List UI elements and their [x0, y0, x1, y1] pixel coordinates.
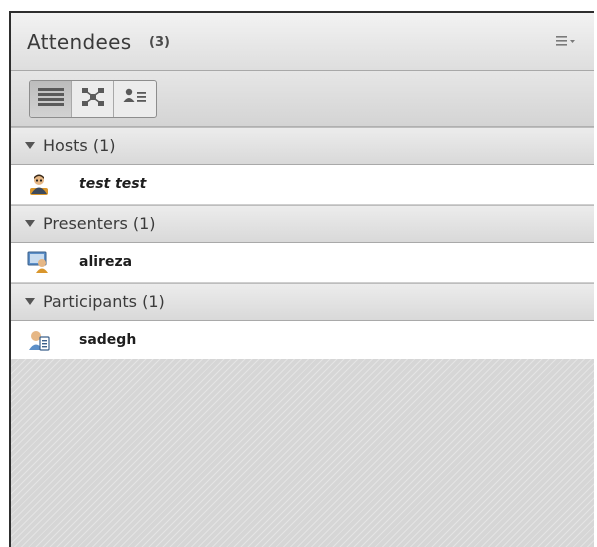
collapse-triangle-icon — [25, 220, 35, 227]
panel-header: Attendees (3) — [11, 13, 594, 71]
menu-options-icon — [555, 33, 577, 52]
attendee-row-presenter[interactable]: alireza — [11, 243, 594, 283]
panel-menu-button[interactable] — [552, 31, 580, 53]
list-view-icon — [36, 85, 66, 113]
host-user-icon — [27, 172, 51, 196]
breakout-view-button[interactable] — [72, 81, 114, 117]
app-frame: Attendees (3) Hosts (1) test test Presen… — [0, 0, 597, 547]
participant-user-icon — [27, 328, 51, 352]
section-hosts-label: Hosts (1) — [43, 136, 116, 155]
section-presenters[interactable]: Presenters (1) — [11, 205, 594, 243]
view-switcher — [29, 80, 157, 118]
empty-list-area — [11, 359, 594, 547]
view-toolbar — [11, 71, 594, 127]
section-participants[interactable]: Participants (1) — [11, 283, 594, 321]
list-view-button[interactable] — [30, 81, 72, 117]
presenter-user-icon — [27, 250, 51, 274]
status-view-button[interactable] — [114, 81, 156, 117]
panel-title: Attendees — [27, 30, 132, 54]
attendee-name: test test — [79, 176, 147, 192]
status-view-icon — [122, 86, 148, 112]
attendees-panel: Attendees (3) Hosts (1) test test Presen… — [9, 11, 594, 547]
section-presenters-label: Presenters (1) — [43, 214, 156, 233]
attendee-count: (3) — [149, 35, 170, 50]
collapse-triangle-icon — [25, 298, 35, 305]
section-participants-label: Participants (1) — [43, 292, 165, 311]
section-hosts[interactable]: Hosts (1) — [11, 127, 594, 165]
attendee-row-host[interactable]: test test — [11, 165, 594, 205]
attendee-name: sadegh — [79, 332, 137, 348]
attendee-name: alireza — [79, 254, 133, 270]
attendee-row-participant[interactable]: sadegh — [11, 321, 594, 361]
breakout-view-icon — [80, 86, 106, 112]
collapse-triangle-icon — [25, 142, 35, 149]
